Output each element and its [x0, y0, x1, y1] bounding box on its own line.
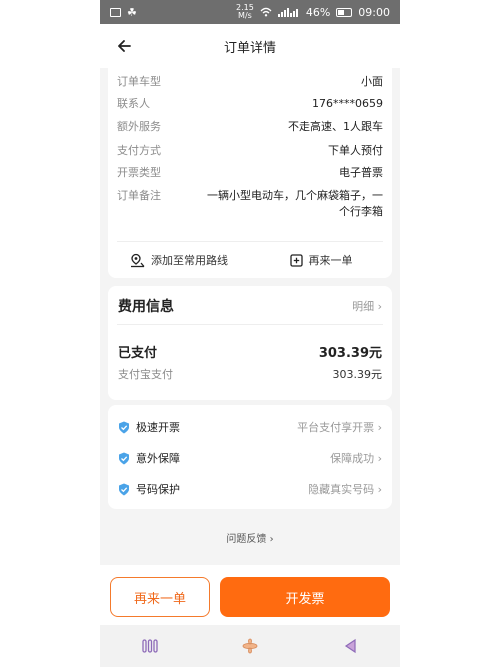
service-row-number-protection[interactable]: 号码保护 隐藏真实号码 ›	[118, 479, 382, 499]
feedback-link[interactable]: 问题反馈 ›	[100, 530, 400, 545]
reorder-link-button[interactable]: 再来一单	[250, 242, 392, 278]
recent-apps-icon	[142, 639, 158, 653]
back-button[interactable]	[110, 32, 138, 60]
app-screen: 订单详情 订单车型 小面 联系人 176****0659 额外服务 不走高速、1…	[100, 24, 400, 667]
fee-title: 费用信息	[118, 299, 174, 315]
status-bar: ☘ 2.15 M/s 46% 09:00	[100, 0, 400, 24]
clock: 09:00	[358, 5, 390, 19]
order-info-card: 订单车型 小面 联系人 176****0659 额外服务 不走高速、1人跟车 支…	[108, 68, 392, 278]
info-row-payment-method: 支付方式 下单人预付	[117, 144, 383, 157]
info-row-invoice-type: 开票类型 电子普票	[117, 166, 383, 179]
info-row-extra-service: 额外服务 不走高速、1人跟车	[117, 120, 383, 133]
reorder-button[interactable]: 再来一单	[110, 577, 210, 617]
service-row-fast-invoice[interactable]: 极速开票 平台支付享开票 ›	[118, 417, 382, 437]
network-speed: 2.15 M/s	[236, 3, 254, 20]
recent-apps-button[interactable]	[137, 633, 163, 659]
info-row-contact: 联系人 176****0659	[117, 97, 383, 110]
battery-icon	[336, 7, 353, 17]
battery-percent: 46%	[305, 5, 331, 19]
order-actions: 添加至常用路线 再来一单	[108, 242, 392, 278]
chevron-right-icon: ›	[269, 534, 274, 545]
plus-square-icon	[289, 253, 303, 267]
gallery-notification-icon	[110, 7, 121, 17]
fee-info-card: 费用信息 明细 › 已支付 303.39元 支付宝支付 303.39元	[108, 286, 392, 400]
chevron-right-icon: ›	[377, 452, 382, 465]
add-common-route-button[interactable]: 添加至常用路线	[108, 242, 250, 278]
alipay-amount: 303.39元	[332, 368, 383, 381]
info-row-order-note: 订单备注 一辆小型电动车，几个麻袋箱子，一个行李箱	[117, 189, 383, 218]
wifi-icon	[260, 7, 272, 17]
issue-invoice-button[interactable]: 开发票	[220, 577, 390, 617]
bottom-action-bar: 再来一单 开发票	[100, 565, 400, 625]
shield-check-icon	[119, 421, 129, 433]
info-row-vehicle-type: 订单车型 小面	[117, 75, 383, 88]
shield-check-icon	[119, 452, 129, 464]
chevron-right-icon: ›	[377, 421, 382, 434]
arrow-left-icon	[118, 40, 131, 52]
services-card: 极速开票 平台支付享开票 › 意外保障 保障成功 › 号码保护 隐藏真实号码 ›	[108, 405, 392, 509]
back-nav-button[interactable]	[337, 633, 363, 659]
page-title: 订单详情	[223, 40, 276, 56]
service-row-accident-protection[interactable]: 意外保障 保障成功 ›	[118, 448, 382, 468]
route-pin-icon	[131, 253, 145, 267]
shield-check-icon	[119, 483, 129, 495]
paid-label: 已支付	[118, 346, 158, 361]
system-nav-bar	[100, 625, 400, 667]
fee-detail-link[interactable]: 明细 ›	[352, 298, 382, 314]
home-button[interactable]	[237, 633, 263, 659]
page-header: 订单详情	[100, 24, 400, 68]
chevron-right-icon: ›	[377, 483, 382, 496]
app-notification-icon: ☘	[127, 5, 137, 19]
signal-icon	[277, 8, 298, 17]
home-flower-icon	[242, 638, 258, 654]
alipay-label: 支付宝支付	[118, 368, 173, 381]
chevron-right-icon: ›	[377, 300, 382, 313]
divider	[117, 324, 383, 325]
paid-amount: 303.39元	[318, 346, 382, 361]
triangle-back-icon	[344, 638, 356, 654]
